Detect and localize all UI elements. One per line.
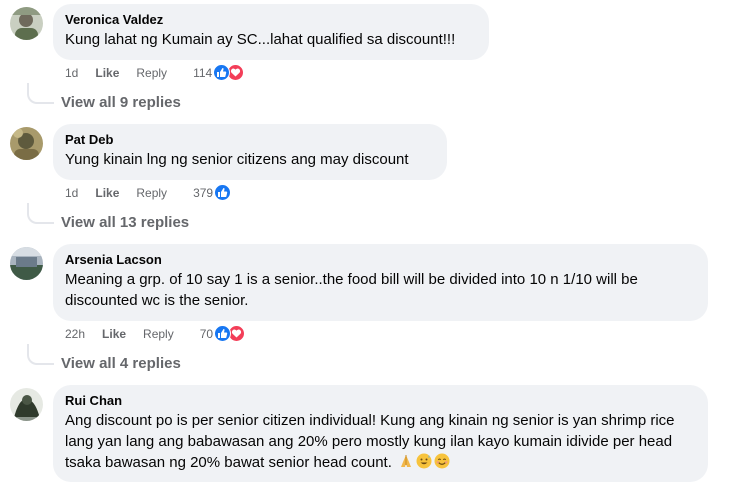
comment-text: Yung kinain lng ng senior citizens ang m… bbox=[65, 151, 409, 168]
reaction-count[interactable]: 114 bbox=[193, 65, 212, 81]
reply-button[interactable]: Reply bbox=[136, 185, 167, 201]
folded-hands-emoji bbox=[398, 453, 414, 469]
reaction-count[interactable]: 379 bbox=[193, 185, 213, 201]
avatar[interactable] bbox=[10, 388, 43, 421]
reaction-count[interactable]: 70 bbox=[200, 326, 213, 342]
comment-text: Ang discount po is per senior citizen in… bbox=[65, 410, 696, 473]
like-icon bbox=[214, 325, 232, 342]
comment-bubble: Arsenia Lacson Meaning a grp. of 10 say … bbox=[53, 244, 708, 321]
reply-button[interactable]: Reply bbox=[136, 65, 167, 81]
smiling-emoji bbox=[434, 453, 450, 469]
view-replies-link[interactable]: View all 9 replies bbox=[61, 93, 181, 113]
view-replies-link[interactable]: View all 13 replies bbox=[61, 213, 189, 233]
comment-time[interactable]: 22h bbox=[65, 326, 85, 342]
like-icon bbox=[214, 184, 232, 201]
reply-thread-line bbox=[27, 203, 54, 224]
like-button[interactable]: Like bbox=[102, 326, 126, 342]
comment-text: Kung lahat ng Kumain ay SC...lahat quali… bbox=[65, 31, 456, 48]
view-replies-link[interactable]: View all 4 replies bbox=[61, 354, 181, 374]
comment-actions: 22h Like Reply 70 bbox=[65, 325, 246, 342]
comment-author[interactable]: Arsenia Lacson bbox=[65, 252, 696, 268]
comment-text: Meaning a grp. of 10 say 1 is a senior..… bbox=[65, 271, 638, 309]
comment-author[interactable]: Veronica Valdez bbox=[65, 12, 477, 28]
comment-text-body: Ang discount po is per senior citizen in… bbox=[65, 412, 675, 471]
comment-actions: 1d Like Reply 114 bbox=[65, 64, 245, 81]
comment-time[interactable]: 1d bbox=[65, 65, 78, 81]
grinning-sweat-emoji bbox=[416, 453, 432, 469]
reply-thread-line bbox=[27, 83, 54, 104]
reply-button[interactable]: Reply bbox=[143, 326, 174, 342]
avatar[interactable] bbox=[10, 247, 43, 280]
comment-time[interactable]: 1d bbox=[65, 185, 78, 201]
comment-actions: 1d Like Reply 379 bbox=[65, 184, 232, 201]
comment-bubble: Veronica Valdez Kung lahat ng Kumain ay … bbox=[53, 4, 489, 60]
like-button[interactable]: Like bbox=[95, 185, 119, 201]
comment-bubble: Pat Deb Yung kinain lng ng senior citize… bbox=[53, 124, 447, 180]
comment-bubble: Rui Chan Ang discount po is per senior c… bbox=[53, 385, 708, 482]
comment-author[interactable]: Rui Chan bbox=[65, 393, 696, 409]
avatar[interactable] bbox=[10, 127, 43, 160]
avatar[interactable] bbox=[10, 7, 43, 40]
reply-thread-line bbox=[27, 344, 54, 365]
like-icon bbox=[213, 64, 231, 81]
comment-author[interactable]: Pat Deb bbox=[65, 132, 435, 148]
like-button[interactable]: Like bbox=[95, 65, 119, 81]
